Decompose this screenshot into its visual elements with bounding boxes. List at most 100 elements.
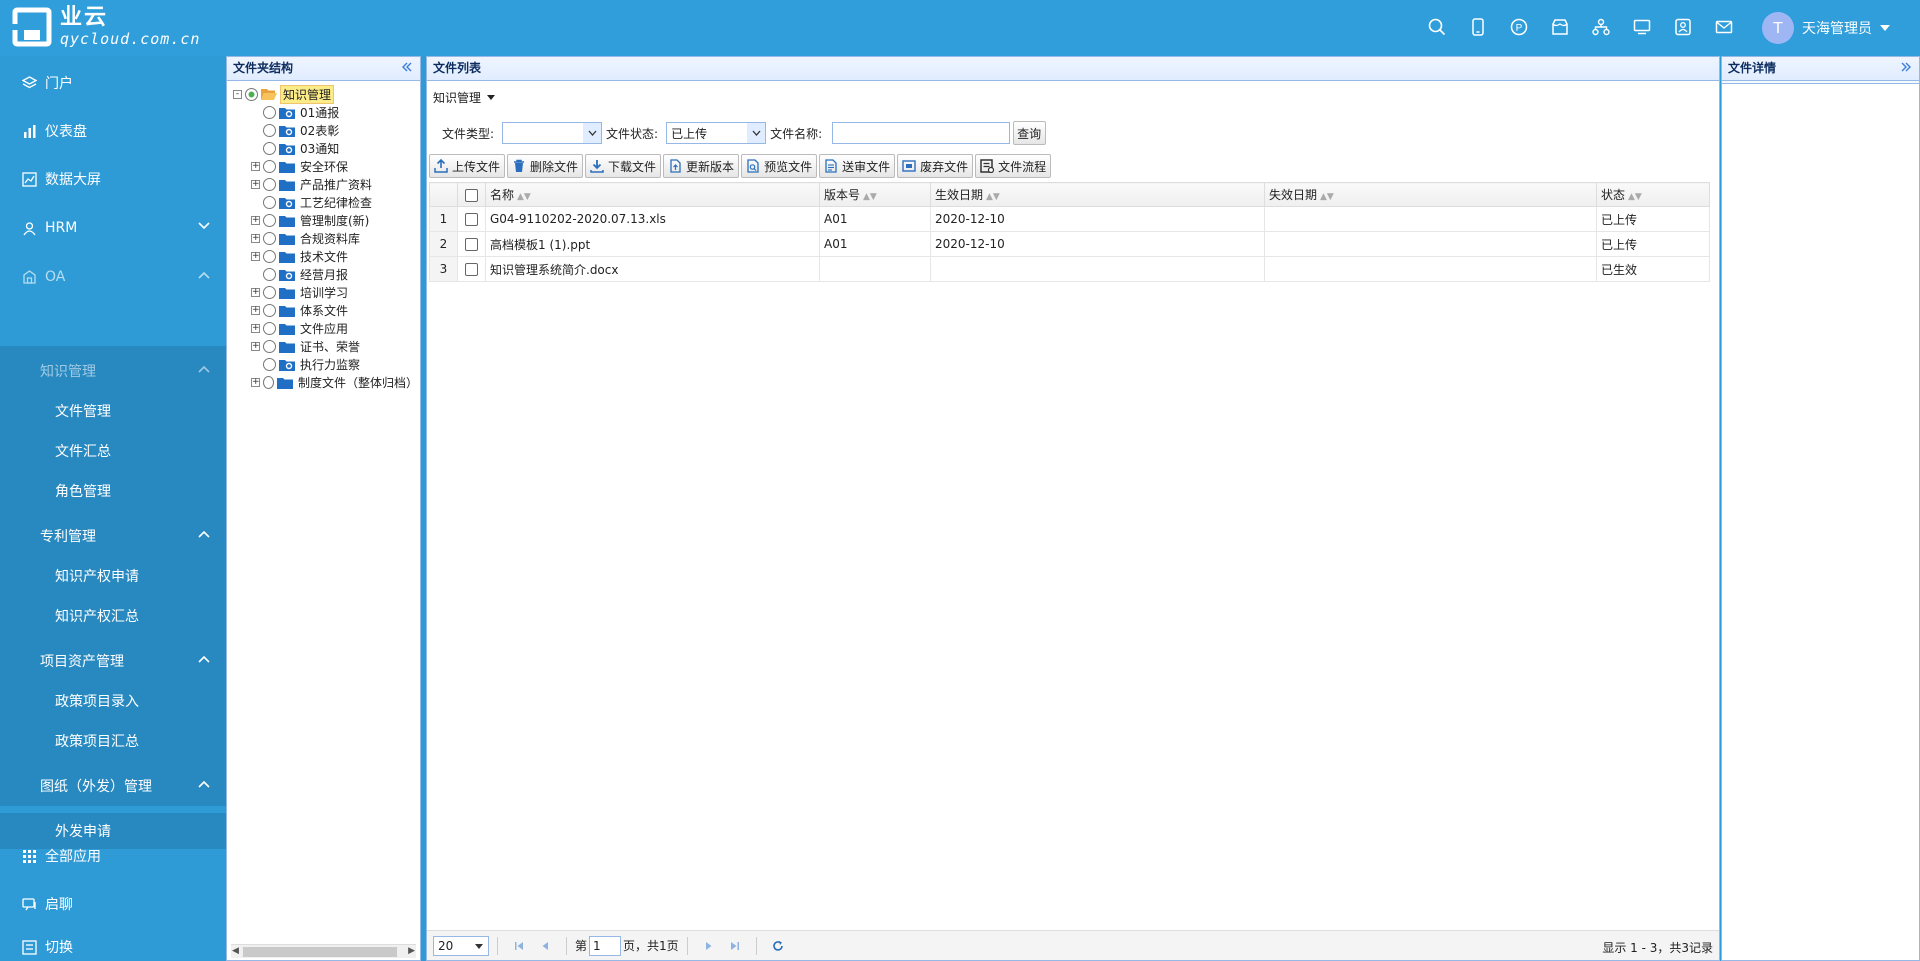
last-page-icon[interactable]: [725, 936, 745, 956]
tree-node[interactable]: 经营月报: [233, 265, 420, 283]
breadcrumb[interactable]: 知识管理: [433, 89, 496, 106]
first-page-icon[interactable]: [509, 936, 529, 956]
tree-node[interactable]: 工艺纪律检查: [233, 193, 420, 211]
file-type-select[interactable]: [502, 122, 603, 144]
submenu-item-ip-apply[interactable]: 知识产权申请: [0, 558, 226, 594]
submenu-item-file-manage[interactable]: 文件管理: [0, 393, 226, 429]
sidebar-item-dashboard[interactable]: 仪表盘: [0, 111, 226, 151]
file-name-input[interactable]: [832, 122, 1011, 144]
update-version-button[interactable]: 更新版本: [663, 154, 740, 178]
tree-node[interactable]: + 培训学习: [233, 283, 420, 301]
column-header-effective-date[interactable]: 生效日期 ▲▼: [930, 182, 1265, 207]
tree-node[interactable]: 03通知: [233, 139, 420, 157]
tree-node-radio[interactable]: [263, 213, 276, 227]
scroll-left-icon[interactable]: ◀: [232, 946, 239, 956]
scroll-thumb[interactable]: [243, 947, 397, 957]
tree-node-radio[interactable]: [245, 87, 258, 101]
upload-button[interactable]: 上传文件: [429, 154, 506, 178]
expand-icon[interactable]: +: [251, 287, 260, 297]
expand-icon[interactable]: +: [251, 179, 260, 189]
tree-node-radio[interactable]: [263, 249, 276, 263]
expand-icon[interactable]: +: [251, 305, 260, 315]
horizontal-scrollbar[interactable]: ◀ ▶: [231, 944, 416, 958]
sidebar-item-bigscreen[interactable]: 数据大屏: [0, 159, 226, 199]
tree-node-radio[interactable]: [263, 285, 276, 299]
expand-icon[interactable]: +: [251, 323, 260, 333]
search-icon[interactable]: [1426, 16, 1448, 38]
submenu-km[interactable]: 知识管理: [0, 353, 226, 389]
expand-icon[interactable]: +: [251, 215, 260, 225]
expand-icon[interactable]: +: [251, 233, 260, 243]
tree-node-radio[interactable]: [263, 123, 276, 137]
submenu-item-ip-summary[interactable]: 知识产权汇总: [0, 598, 226, 634]
sidebar-item-switch[interactable]: 切换: [0, 932, 226, 961]
select-all-checkbox[interactable]: [465, 188, 478, 202]
submenu-item-policy-summary[interactable]: 政策项目汇总: [0, 723, 226, 759]
preview-button[interactable]: 预览文件: [741, 154, 818, 178]
tree-node[interactable]: 02表彰: [233, 121, 420, 139]
user-menu[interactable]: T 天海管理员: [1762, 12, 1890, 44]
collapse-icon[interactable]: -: [233, 89, 242, 99]
column-header-version[interactable]: 版本号 ▲▼: [819, 182, 931, 207]
tree-node-radio[interactable]: [263, 141, 276, 155]
column-header-name[interactable]: 名称 ▲▼: [485, 182, 820, 207]
tree-node-radio[interactable]: [263, 303, 276, 317]
tree-node-radio[interactable]: [263, 177, 276, 191]
expand-icon[interactable]: +: [251, 377, 260, 387]
collapse-right-icon[interactable]: [1899, 60, 1913, 74]
tree-node[interactable]: + 合规资料库: [233, 229, 420, 247]
tree-node-radio[interactable]: [263, 321, 276, 335]
tree-node[interactable]: + 体系文件: [233, 301, 420, 319]
expand-icon[interactable]: +: [251, 251, 260, 261]
submit-review-button[interactable]: 送审文件: [819, 154, 896, 178]
tree-node-radio[interactable]: [263, 231, 276, 245]
tree-node[interactable]: 01通报: [233, 103, 420, 121]
tree-node-radio[interactable]: [263, 357, 276, 371]
points-icon[interactable]: P: [1508, 16, 1530, 38]
discard-button[interactable]: 废弃文件: [897, 154, 974, 178]
page-number-input[interactable]: 1: [589, 935, 622, 956]
tree-node[interactable]: + 证书、荣誉: [233, 337, 420, 355]
file-flow-button[interactable]: 文件流程: [975, 154, 1052, 178]
tree-node[interactable]: + 制度文件（整体归档）: [233, 373, 420, 391]
tree-node[interactable]: + 安全环保: [233, 157, 420, 175]
download-button[interactable]: 下载文件: [585, 154, 662, 178]
tree-node-radio[interactable]: [263, 267, 276, 281]
org-icon[interactable]: [1590, 16, 1612, 38]
table-row[interactable]: 2 高档模板1 (1).ppt A01 2020-12-10 已上传: [429, 231, 1710, 257]
expand-icon[interactable]: +: [251, 341, 260, 351]
tree-node-radio[interactable]: [263, 159, 276, 173]
tree-node-radio[interactable]: [263, 195, 276, 209]
column-header-status[interactable]: 状态 ▲▼: [1596, 182, 1710, 207]
submenu-drawing[interactable]: 图纸（外发）管理: [0, 768, 226, 804]
prev-page-icon[interactable]: [535, 936, 555, 956]
row-checkbox[interactable]: [465, 263, 478, 276]
refresh-icon[interactable]: [768, 936, 788, 956]
sidebar-item-chat[interactable]: 启聊: [0, 884, 226, 924]
tree-node[interactable]: + 技术文件: [233, 247, 420, 265]
tree-node[interactable]: + 产品推广资料: [233, 175, 420, 193]
tree-node[interactable]: - 知识管理: [233, 84, 420, 104]
tree-node[interactable]: + 管理制度(新): [233, 211, 420, 229]
row-checkbox[interactable]: [465, 238, 478, 251]
row-checkbox[interactable]: [465, 213, 478, 226]
submenu-item-role-manage[interactable]: 角色管理: [0, 473, 226, 509]
submenu-project[interactable]: 项目资产管理: [0, 643, 226, 679]
submenu-item-file-summary[interactable]: 文件汇总: [0, 433, 226, 469]
tree-node[interactable]: + 文件应用: [233, 319, 420, 337]
mail-icon[interactable]: [1713, 16, 1735, 38]
file-status-select[interactable]: 已上传: [666, 122, 767, 144]
tree-node-radio[interactable]: [263, 105, 276, 119]
contact-icon[interactable]: [1672, 16, 1694, 38]
next-page-icon[interactable]: [699, 936, 719, 956]
scroll-right-icon[interactable]: ▶: [408, 946, 415, 956]
table-row[interactable]: 3 知识管理系统简介.docx 已生效: [429, 256, 1710, 282]
sidebar-item-hrm[interactable]: HRM: [0, 208, 226, 248]
mobile-icon[interactable]: [1467, 16, 1489, 38]
tree-node-radio[interactable]: [263, 339, 276, 353]
submenu-item-policy-entry[interactable]: 政策项目录入: [0, 683, 226, 719]
table-row[interactable]: 1 G04-9110202-2020.07.13.xls A01 2020-12…: [429, 206, 1710, 232]
store-icon[interactable]: [1549, 16, 1571, 38]
sidebar-item-all-apps[interactable]: 全部应用: [0, 836, 226, 876]
column-header-expire-date[interactable]: 失效日期 ▲▼: [1264, 182, 1597, 207]
